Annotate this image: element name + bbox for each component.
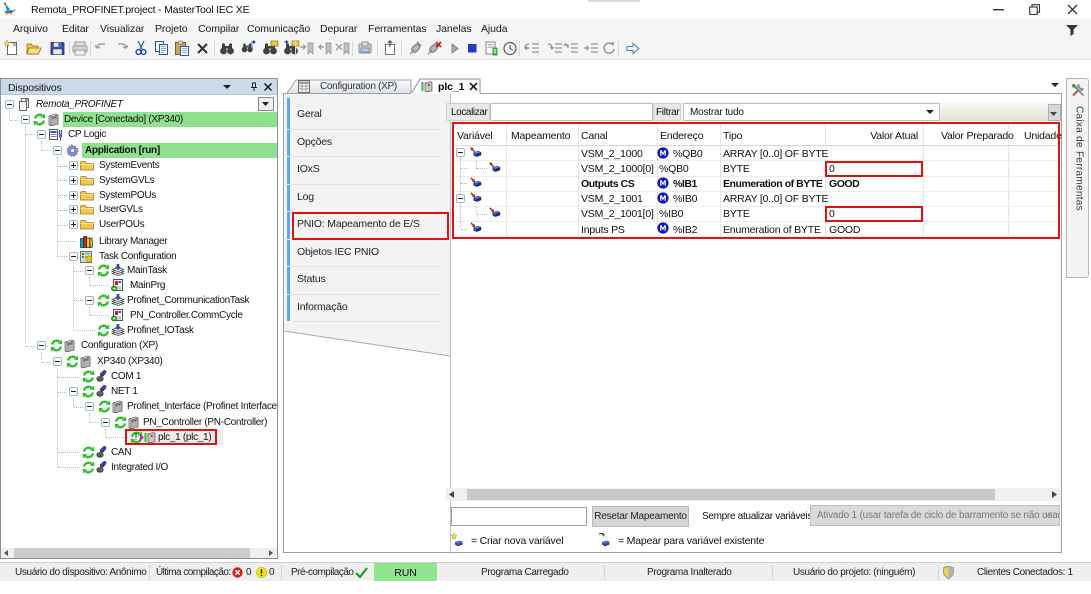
- svg-text:B: B: [249, 44, 253, 50]
